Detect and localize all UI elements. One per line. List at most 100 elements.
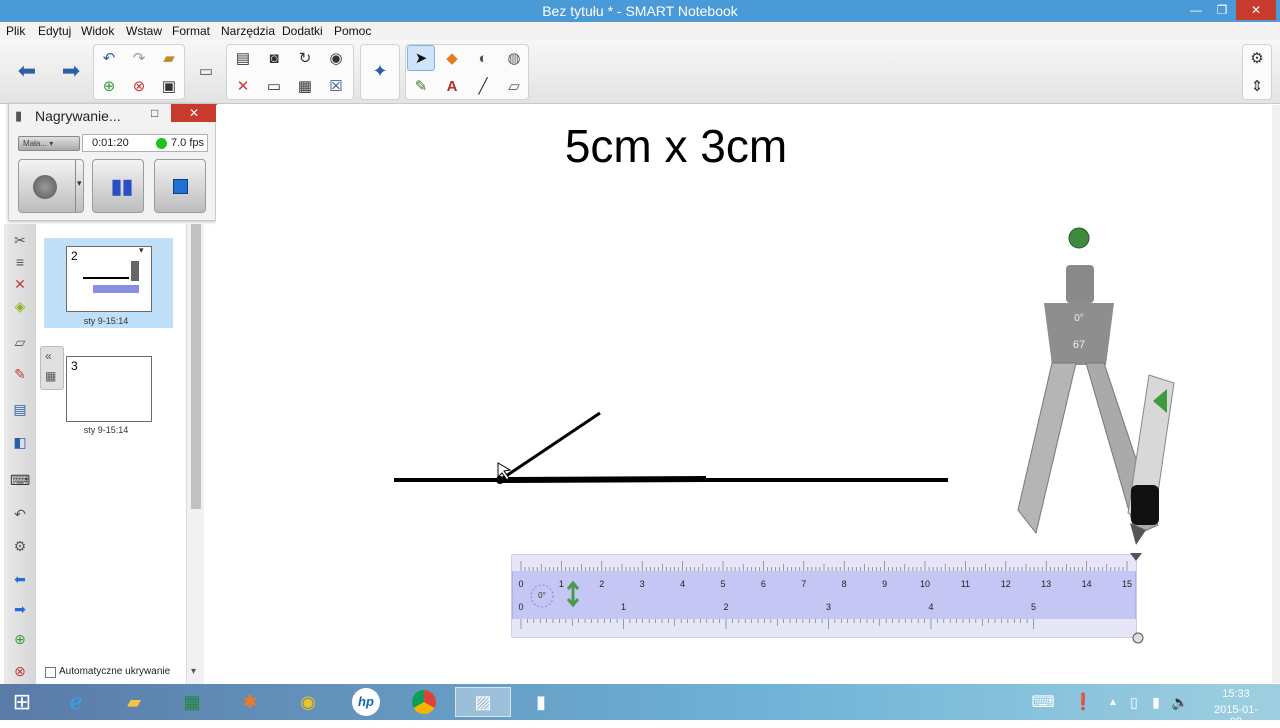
media-icon[interactable]: ◉: [280, 687, 336, 717]
clear-icon[interactable]: ☒: [322, 73, 350, 99]
eraser-icon[interactable]: ▱: [500, 73, 528, 99]
thumb-menu-icon[interactable]: ▾: [139, 245, 144, 256]
delete-icon[interactable]: ✕: [229, 73, 257, 99]
sorter-scrollbar[interactable]: ▾: [186, 224, 204, 684]
highlighter-icon[interactable]: ◈: [10, 296, 30, 316]
recorder-close-button[interactable]: ✕: [171, 104, 217, 122]
record-button[interactable]: ▾: [18, 159, 84, 213]
collapse-sorter-tab[interactable]: « ▦: [40, 346, 64, 390]
volume-icon[interactable]: 🔈: [1170, 687, 1190, 717]
hp-icon[interactable]: hp: [338, 687, 394, 717]
page-thumbnail-2[interactable]: 2 ▾: [66, 245, 152, 312]
battery-icon[interactable]: ▯: [1124, 687, 1144, 717]
ie-icon[interactable]: ℯ: [48, 687, 104, 717]
menu-widok[interactable]: Widok: [81, 24, 114, 38]
shapes-icon[interactable]: ◆: [438, 45, 466, 71]
page-thumbnail-3[interactable]: 3: [66, 356, 152, 422]
recorder-task-icon[interactable]: ▮: [513, 687, 569, 717]
recorder-mode-dropdown[interactable]: Mała... ▾: [18, 136, 80, 151]
select-icon[interactable]: ➤: [407, 45, 435, 71]
restore-button[interactable]: ❐: [1210, 0, 1234, 20]
back-arrow-icon[interactable]: ⬅: [10, 58, 44, 84]
chevron-down-icon[interactable]: ▾: [77, 178, 82, 189]
explorer-icon[interactable]: ▰: [106, 687, 162, 717]
menu-dodatki[interactable]: Dodatki: [282, 24, 323, 38]
tools-x-icon[interactable]: ✕: [10, 274, 30, 294]
undo-icon[interactable]: ↶: [95, 45, 123, 71]
menu-edytuj[interactable]: Edytuj: [38, 24, 71, 38]
menu-format[interactable]: Format: [172, 24, 210, 38]
compass-grip[interactable]: [1066, 265, 1094, 303]
move-toolbar-icon[interactable]: ⇕: [1243, 73, 1271, 99]
scissors-icon[interactable]: ✂: [10, 230, 30, 250]
tray-expand-icon[interactable]: ▲: [1104, 687, 1122, 717]
stop-button[interactable]: [154, 159, 206, 213]
chrome-icon[interactable]: [396, 687, 452, 717]
notebook-task-icon[interactable]: ▨: [455, 687, 511, 717]
compass-needle-leg[interactable]: [1017, 362, 1077, 535]
magic-pen-icon[interactable]: ◐: [469, 45, 497, 71]
eraser-side-icon[interactable]: ▱: [10, 332, 30, 352]
red-pen-icon[interactable]: ✎: [10, 364, 30, 384]
menu-pomoc[interactable]: Pomoc: [334, 24, 371, 38]
line-icon[interactable]: ╱: [469, 73, 497, 99]
keyboard-icon[interactable]: ⌨: [10, 470, 30, 490]
menu-plik[interactable]: Plik: [6, 24, 25, 38]
drawing-layer: [394, 227, 1175, 644]
recording-status-icon: [156, 138, 167, 149]
screen-icon[interactable]: ▭: [192, 58, 220, 84]
auto-hide-checkbox[interactable]: [45, 667, 56, 678]
undo-side-icon[interactable]: ↶: [10, 504, 30, 524]
paint-icon[interactable]: ✱: [222, 687, 278, 717]
puzzle-icon[interactable]: ✦: [366, 58, 394, 84]
forward-arrow-icon[interactable]: ➡: [54, 58, 88, 84]
rotate-icon[interactable]: ↻: [291, 45, 319, 71]
settings-side-icon[interactable]: ⚙: [10, 536, 30, 556]
excel-icon[interactable]: ▦: [164, 687, 220, 717]
menu-narzedzia[interactable]: Narzędzia: [221, 24, 275, 38]
gallery-icon[interactable]: ▤: [10, 399, 30, 419]
notebook-icon[interactable]: ◧: [10, 432, 30, 452]
recorder-minimize-button[interactable]: □: [151, 106, 158, 120]
compass-rotate-handle[interactable]: [1068, 227, 1090, 249]
delete-page-side-icon[interactable]: ⊗: [10, 661, 30, 681]
delete-page-icon[interactable]: ⊗: [125, 73, 153, 99]
start-icon[interactable]: ⊞: [0, 687, 50, 717]
page-scrollbar[interactable]: [1272, 105, 1280, 683]
open-folder-icon[interactable]: ▰: [155, 45, 183, 71]
network-icon[interactable]: ▮: [1146, 687, 1166, 717]
list-icon[interactable]: ≡: [10, 252, 30, 272]
angle-line[interactable]: [499, 411, 601, 482]
ruler-rotate-handle[interactable]: [1132, 632, 1144, 644]
minimize-button[interactable]: —: [1184, 0, 1208, 20]
paste-icon[interactable]: ▤: [229, 45, 257, 71]
close-button[interactable]: ✕: [1236, 0, 1276, 20]
pens-icon[interactable]: ✎: [407, 73, 435, 99]
clock-date[interactable]: 2015-01-09: [1208, 704, 1264, 728]
pause-button[interactable]: ▮▮: [92, 159, 144, 213]
vertex-point[interactable]: [496, 476, 504, 484]
camera-icon[interactable]: ◉: [322, 45, 350, 71]
redo-icon[interactable]: ↷: [125, 45, 153, 71]
keyboard-tray-icon[interactable]: ⌨: [1025, 687, 1061, 717]
sorter-scroll-thumb[interactable]: [191, 224, 201, 509]
fill-icon[interactable]: ◍: [500, 45, 528, 71]
display-icon[interactable]: ▭: [260, 73, 288, 99]
gear-icon[interactable]: ⚙: [1243, 45, 1271, 71]
menu-wstaw[interactable]: Wstaw: [126, 24, 162, 38]
whiteboard-page[interactable]: 5cm x 3cm 0° 67 0° 0 1 2 3 4 5 6 7 8 9 10 11 12 13 14 1…: [216, 105, 1272, 683]
next-page-icon[interactable]: ➡: [10, 599, 30, 619]
scroll-down-icon[interactable]: ▾: [191, 666, 196, 677]
text-icon[interactable]: A: [438, 73, 466, 99]
clock-time[interactable]: 15:33: [1208, 688, 1264, 700]
measured-segment[interactable]: [499, 476, 707, 483]
table-icon[interactable]: ▦: [291, 73, 319, 99]
prev-page-icon[interactable]: ⬅: [10, 569, 30, 589]
save-icon[interactable]: ▣: [155, 73, 183, 99]
add-page-icon[interactable]: ⊕: [95, 73, 123, 99]
alert-tray-icon[interactable]: ❗: [1068, 687, 1098, 717]
page-number: 3: [71, 359, 78, 373]
screenshot-icon[interactable]: ◙: [260, 45, 288, 71]
add-page-side-icon[interactable]: ⊕: [10, 629, 30, 649]
ruler-cm-label: 2: [599, 579, 605, 589]
